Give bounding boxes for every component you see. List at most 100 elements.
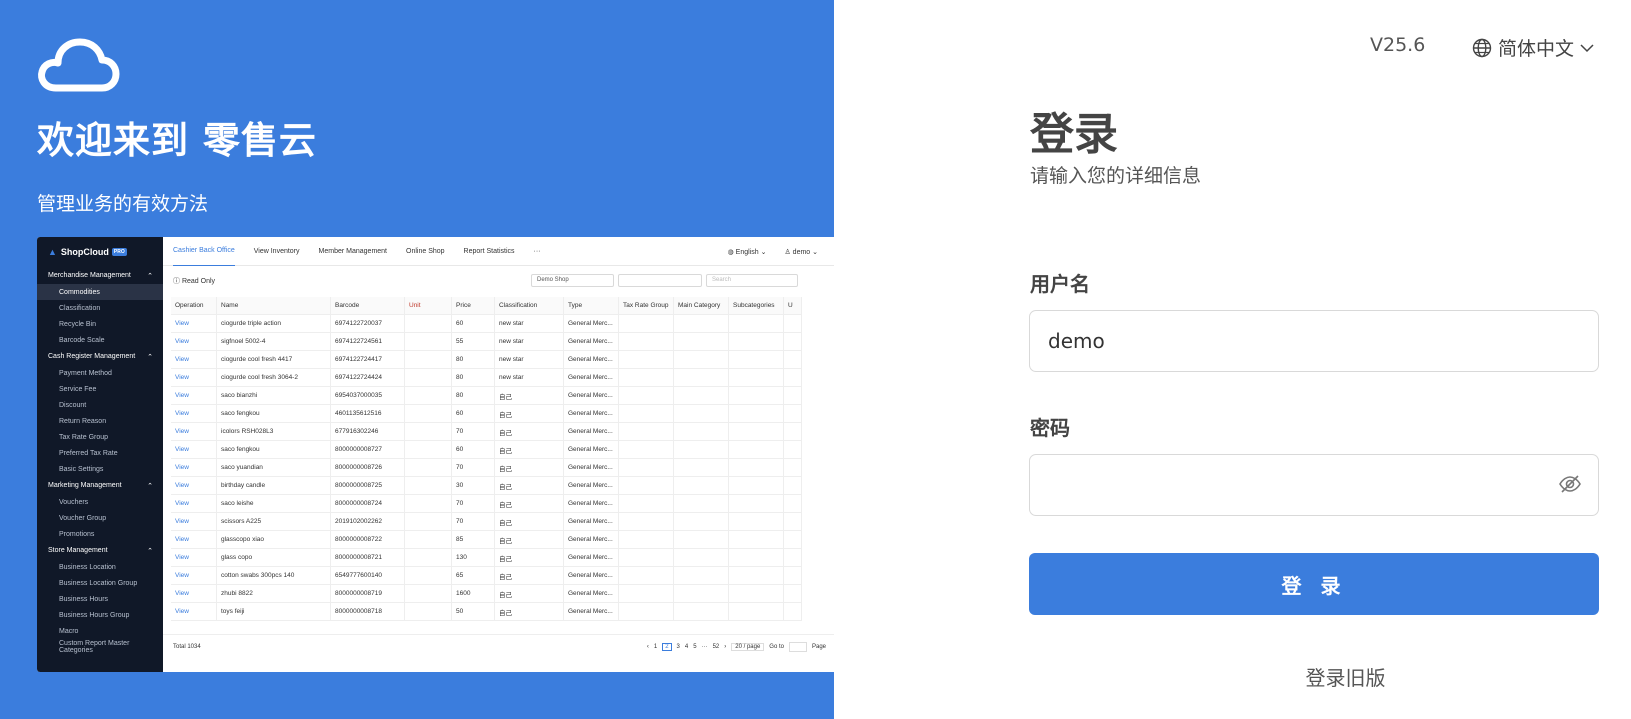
- preview-table-cell: [674, 387, 729, 404]
- chevron-up-icon: ⌃: [147, 272, 153, 280]
- language-selector[interactable]: 简体中文: [1472, 34, 1594, 61]
- password-input[interactable]: [1029, 454, 1599, 516]
- preview-table-cell: [729, 585, 784, 602]
- preview-table-cell: [729, 387, 784, 404]
- preview-table-cell: View: [171, 531, 217, 548]
- preview-table-cell: [619, 315, 674, 332]
- eye-off-icon[interactable]: [1558, 472, 1582, 496]
- preview-table-cell: toys feiji: [217, 603, 331, 620]
- preview-table-cell: 60: [452, 441, 495, 458]
- preview-table-cell: General Merc...: [564, 477, 619, 494]
- preview-table-row: View zhubi 8822 8000000008719 1600 自己 General…: [171, 585, 802, 603]
- preview-table-row: View saco fengkou 4601135612516 60 自己 General…: [171, 405, 802, 423]
- preview-table-cell: [729, 423, 784, 440]
- preview-table-cell: General Merc...: [564, 567, 619, 584]
- preview-sidebar-item: Business Location: [37, 559, 163, 575]
- preview-sidebar-item: Commodities: [37, 284, 163, 300]
- preview-table-cell: View: [171, 603, 217, 620]
- preview-table-cell: [784, 405, 802, 422]
- preview-table-cell: 80: [452, 351, 495, 368]
- preview-table-cell: new star: [495, 315, 564, 332]
- old-version-label[interactable]: 登录旧版: [1306, 666, 1386, 690]
- preview-sidebar-item: Payment Method: [37, 365, 163, 381]
- preview-table-cell: 6954037000035: [331, 387, 405, 404]
- preview-table-cell: General Merc...: [564, 495, 619, 512]
- preview-table-cell: 2019102002262: [331, 513, 405, 530]
- preview-table-cell: View: [171, 387, 217, 404]
- login-button[interactable]: 登 录: [1029, 553, 1599, 615]
- preview-table-cell: 6549777600140: [331, 567, 405, 584]
- preview-table-cell: [619, 387, 674, 404]
- preview-page-number: 2: [662, 643, 672, 651]
- preview-table-row: View ciogurde cool fresh 3064-2 6974122724…: [171, 369, 802, 387]
- preview-sidebar-label: Custom Report Master Categories: [59, 640, 130, 654]
- preview-sidebar-item: Business Hours: [37, 591, 163, 607]
- preview-table-cell: 自己: [495, 441, 564, 458]
- preview-table-cell: [619, 333, 674, 350]
- chevron-up-icon: ⌃: [147, 547, 153, 555]
- preview-table-cell: View: [171, 567, 217, 584]
- cloud-icon: [38, 38, 120, 92]
- password-label: 密码: [1030, 416, 1070, 440]
- preview-table-cell: 85: [452, 531, 495, 548]
- preview-table-cell: 自己: [495, 567, 564, 584]
- preview-table-cell: [674, 603, 729, 620]
- preview-table-cell: [729, 369, 784, 386]
- preview-table-cell: View: [171, 477, 217, 494]
- preview-table-cell: General Merc...: [564, 513, 619, 530]
- preview-read-only-label: Read Only: [181, 278, 216, 285]
- preview-brand-name: ShopCloud: [60, 247, 109, 257]
- preview-sidebar-item: Recycle Bin: [37, 316, 163, 332]
- preview-sidebar-label: Marketing Management: [48, 482, 122, 489]
- preview-table-cell: [619, 441, 674, 458]
- preview-table-row: View glass copo 8000000008721 130 自己 General …: [171, 549, 802, 567]
- preview-table-cell: [405, 531, 452, 548]
- preview-sidebar-label: Business Hours Group: [59, 611, 130, 619]
- preview-table-cell: General Merc...: [564, 603, 619, 620]
- preview-sidebar-label: Cash Register Management: [48, 353, 136, 360]
- preview-table-cell: [674, 315, 729, 332]
- preview-table-cell: [619, 549, 674, 566]
- preview-table-cell: 自己: [495, 477, 564, 494]
- preview-table-cell: [619, 477, 674, 494]
- preview-table-cell: [729, 477, 784, 494]
- preview-table-cell: General Merc...: [564, 369, 619, 386]
- username-input[interactable]: [1029, 310, 1599, 372]
- preview-sidebar-item: Custom Report Master Categories: [37, 639, 163, 655]
- preview-table-cell: [405, 441, 452, 458]
- preview-table-cell: [619, 603, 674, 620]
- preview-goto-input: [788, 642, 807, 652]
- preview-table-cell: [405, 477, 452, 494]
- preview-table-cell: [674, 531, 729, 548]
- preview-table-cell: [619, 351, 674, 368]
- chevron-right-icon: ›: [724, 644, 727, 650]
- preview-page-number: 3: [676, 644, 680, 650]
- preview-table-cell: View: [171, 423, 217, 440]
- preview-sidebar-item: Barcode Scale: [37, 332, 163, 348]
- preview-page-word: Page: [811, 644, 826, 650]
- welcome-title: 欢迎来到 零售云: [37, 119, 317, 162]
- preview-footer: Total 1034 ‹ 1 2 3 4 5 ··· 52 › 20 / page Go to Pag…: [163, 634, 834, 658]
- preview-table-cell: [784, 477, 802, 494]
- preview-table-cell: [405, 459, 452, 476]
- preview-sidebar-item: Classification: [37, 300, 163, 316]
- preview-table-cell: [729, 531, 784, 548]
- preview-page-number: ···: [701, 644, 708, 650]
- preview-shop-select-value: Demo Shop: [537, 277, 569, 283]
- chevron-down-icon: [1580, 43, 1594, 52]
- preview-column-header: Operation: [171, 297, 217, 314]
- preview-table-cell: [729, 495, 784, 512]
- preview-search-placeholder: Search: [712, 277, 732, 283]
- preview-table-cell: 自己: [495, 531, 564, 548]
- preview-table-cell: [405, 315, 452, 332]
- preview-table-cell: ciogurde cool fresh 4417: [217, 351, 331, 368]
- old-version-link[interactable]: 登录旧版: [0, 662, 1631, 691]
- preview-sidebar-label: Basic Settings: [59, 465, 104, 473]
- preview-table-cell: [405, 333, 452, 350]
- preview-table-cell: [784, 315, 802, 332]
- preview-table-cell: new star: [495, 351, 564, 368]
- preview-table-cell: 6974122724417: [331, 351, 405, 368]
- preview-table-cell: saco fengkou: [217, 405, 331, 422]
- chevron-up-icon: ⌃: [147, 482, 153, 490]
- preview-page-number: 52: [712, 644, 720, 650]
